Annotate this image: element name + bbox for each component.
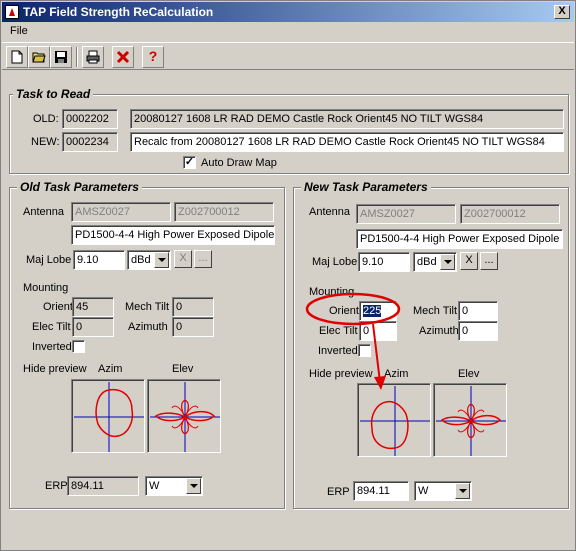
new-erp-input[interactable]: 894.11: [353, 481, 409, 501]
new-task-id: 0002234: [62, 132, 118, 152]
toolbar: ?: [2, 42, 574, 70]
old-maj-lobe-unit-select: dBd: [127, 250, 171, 270]
old-inverted-label: Inverted: [32, 341, 72, 353]
old-antenna-label: Antenna: [23, 206, 64, 218]
new-maj-lobe-unit-select[interactable]: dBd: [413, 252, 457, 272]
app-window: TAP Field Strength ReCalculation X File: [0, 0, 576, 551]
new-antenna-code: AMSZ0027: [356, 204, 456, 224]
new-maj-lobe-label: Maj Lobe: [312, 256, 358, 268]
new-icon: [11, 50, 23, 64]
old-antenna-description: PD1500-4-4 High Power Exposed Dipole 1: [71, 225, 275, 245]
print-icon: [86, 50, 100, 64]
save-icon: [55, 51, 67, 63]
new-azimuth-input[interactable]: 0: [458, 321, 498, 341]
new-antenna-label: Antenna: [309, 206, 350, 218]
old-azimuth-pattern-preview: [71, 379, 145, 453]
old-azim-label: Azim: [98, 363, 123, 375]
open-button[interactable]: [28, 46, 50, 68]
auto-draw-map-checkbox[interactable]: ✓: [183, 156, 196, 169]
old-azimuth-label: Azimuth: [128, 321, 168, 333]
dropdown-arrow-icon[interactable]: [455, 483, 470, 499]
open-folder-icon: [32, 52, 46, 63]
delete-icon: [116, 50, 130, 64]
help-icon: ?: [148, 48, 158, 64]
old-elevation-pattern-preview: [147, 379, 221, 453]
toolbar-separator: [76, 47, 78, 67]
delete-button[interactable]: [112, 46, 134, 68]
old-antenna-id: Z002700012: [174, 202, 274, 222]
orient-highlight-ellipse: [305, 292, 401, 326]
help-button[interactable]: ?: [142, 46, 164, 68]
annotation-arrow-line: [372, 323, 381, 383]
old-erp-label: ERP: [45, 480, 68, 492]
old-label: OLD:: [33, 113, 59, 125]
new-task-description[interactable]: Recalc from 20080127 1608 LR RAD DEMO Ca…: [130, 132, 564, 152]
print-button[interactable]: [82, 46, 104, 68]
old-browse-button[interactable]: ...: [194, 250, 212, 268]
new-maj-lobe-unit: dBd: [417, 256, 437, 268]
menu-file[interactable]: File: [10, 25, 28, 37]
old-maj-lobe-value: 9.10: [73, 250, 125, 270]
old-clear-button[interactable]: X: [174, 250, 192, 268]
old-erp-value: 894.11: [67, 476, 139, 496]
old-erp-unit-select: W: [145, 476, 203, 496]
new-erp-label: ERP: [327, 486, 350, 498]
old-azimuth-value: 0: [172, 317, 214, 337]
old-orient-label: Orient: [43, 301, 73, 313]
new-elev-label: Elev: [458, 368, 480, 380]
old-elec-tilt-value: 0: [72, 317, 114, 337]
task-to-read-legend: Task to Read: [13, 87, 94, 101]
old-task-description: 20080127 1608 LR RAD DEMO Castle Rock Or…: [130, 109, 564, 129]
annotation-arrow-head: [374, 376, 386, 390]
orient-annotation-overlay: [305, 292, 401, 390]
new-clear-button[interactable]: X: [460, 252, 478, 270]
new-button[interactable]: [6, 46, 28, 68]
new-maj-lobe-input[interactable]: 9.10: [358, 252, 410, 272]
new-erp-unit-select[interactable]: W: [414, 481, 472, 501]
old-maj-lobe-unit: dBd: [131, 254, 151, 266]
new-mech-tilt-input[interactable]: 0: [458, 301, 498, 321]
old-mounting-label: Mounting: [23, 282, 69, 294]
dropdown-arrow-icon[interactable]: [440, 254, 455, 270]
window-title: TAP Field Strength ReCalculation: [23, 5, 214, 19]
menu-bar: File: [2, 23, 574, 41]
dropdown-arrow-icon: [154, 252, 169, 268]
old-mech-tilt-value: 0: [172, 297, 214, 317]
new-erp-unit: W: [418, 485, 429, 497]
title-bar[interactable]: TAP Field Strength ReCalculation X: [2, 2, 574, 22]
auto-draw-map-label: Auto Draw Map: [201, 157, 277, 169]
old-antenna-code: AMSZ0027: [71, 202, 171, 222]
dropdown-arrow-icon: [186, 478, 201, 494]
new-params-legend: New Task Parameters: [301, 180, 431, 194]
old-params-legend: Old Task Parameters: [17, 180, 142, 194]
old-inverted-checkbox: [72, 340, 85, 353]
old-elec-tilt-label: Elec Tilt: [32, 321, 71, 333]
status-bar: [3, 520, 573, 548]
old-elev-label: Elev: [172, 363, 194, 375]
old-mech-tilt-label: Mech Tilt: [125, 301, 170, 313]
new-azimuth-label: Azimuth: [419, 325, 459, 337]
old-orient-value: 45: [72, 297, 114, 317]
close-button[interactable]: X: [554, 5, 570, 19]
app-icon: [5, 5, 19, 19]
old-task-id: 0002202: [62, 109, 118, 129]
old-hide-preview-label: Hide preview: [23, 363, 87, 375]
save-button[interactable]: [50, 46, 72, 68]
old-erp-unit: W: [149, 480, 160, 492]
new-mech-tilt-label: Mech Tilt: [413, 305, 458, 317]
new-browse-button[interactable]: ...: [480, 252, 498, 270]
new-antenna-description[interactable]: PD1500-4-4 High Power Exposed Dipole 1: [356, 229, 563, 249]
new-label: NEW:: [31, 136, 60, 148]
new-elevation-pattern-preview: [433, 383, 507, 457]
new-antenna-id: Z002700012: [460, 204, 560, 224]
old-maj-lobe-label: Maj Lobe: [26, 254, 72, 266]
